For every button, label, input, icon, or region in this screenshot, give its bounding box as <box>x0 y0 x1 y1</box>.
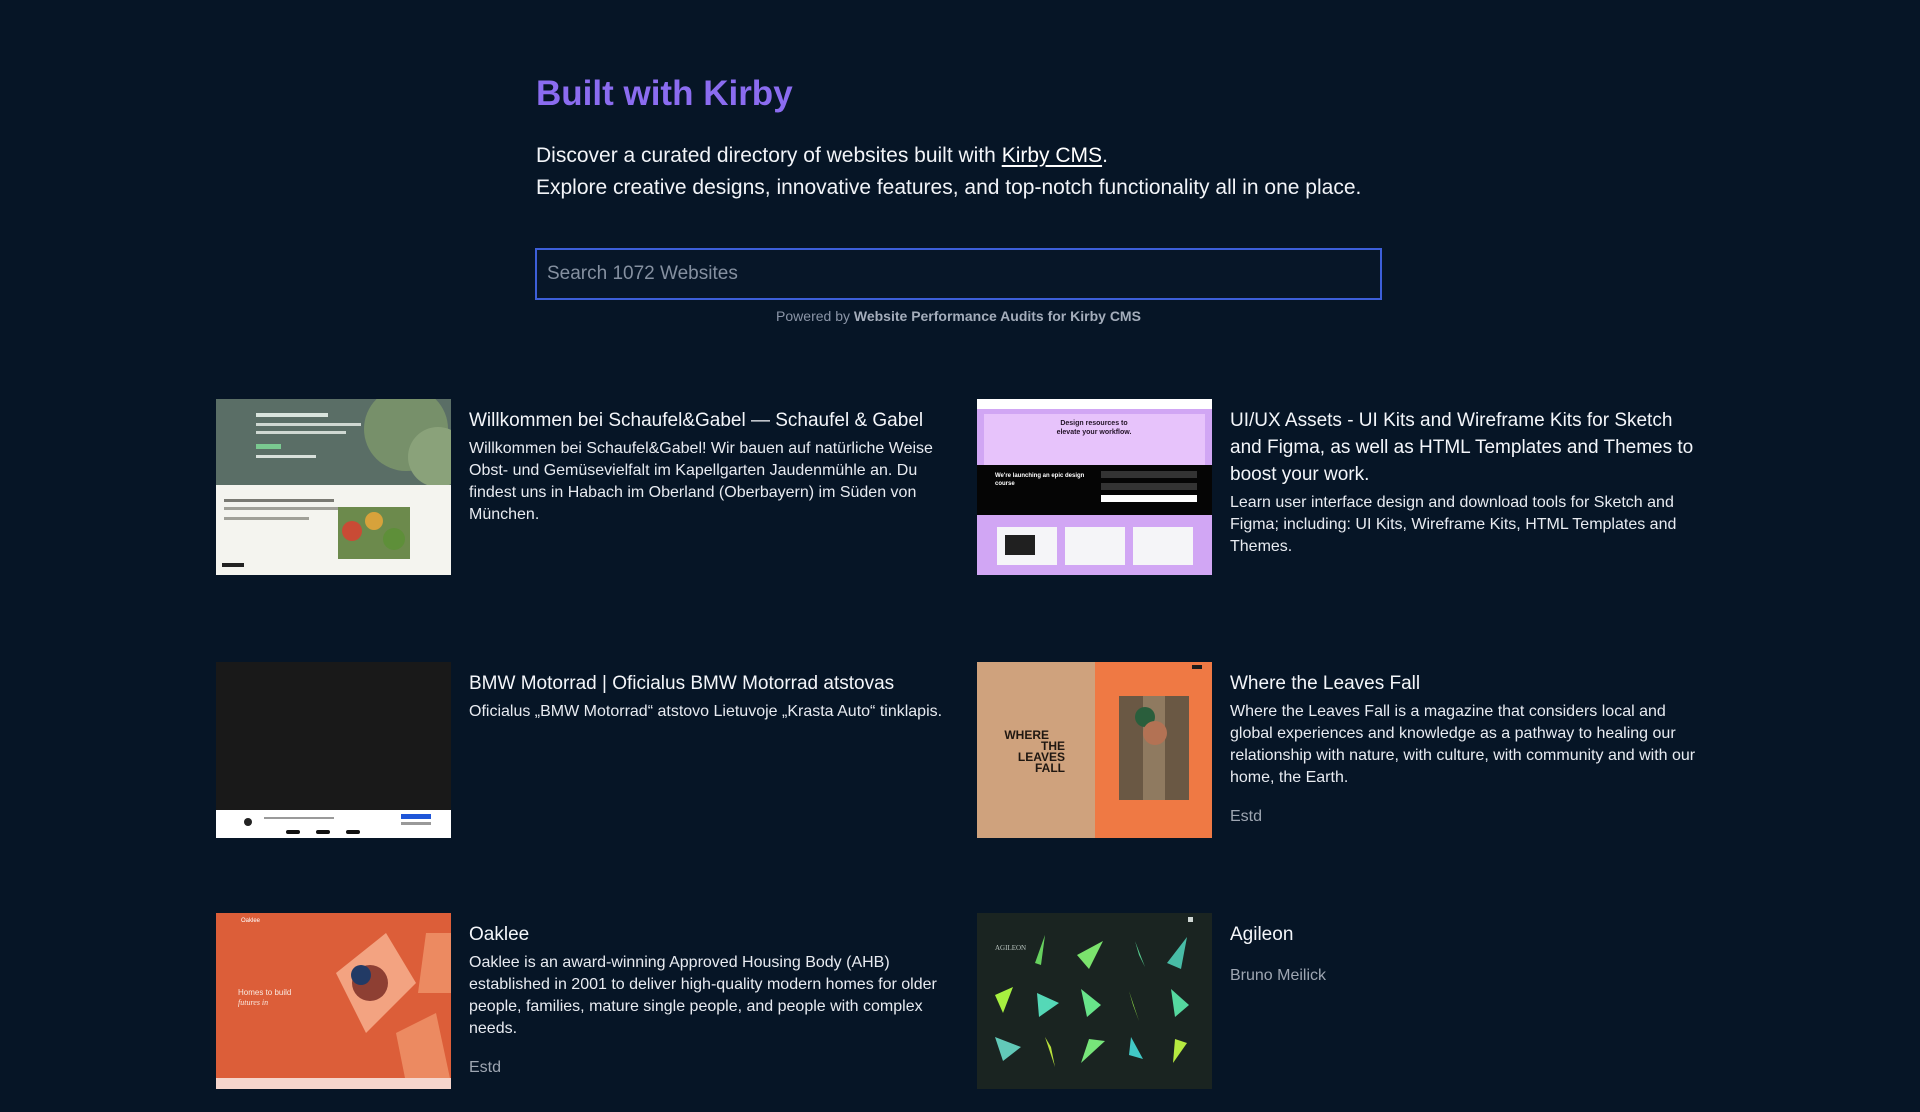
intro-text: Discover a curated directory of websites… <box>536 140 1396 204</box>
site-meta: Estd <box>1230 808 1263 825</box>
site-card[interactable]: BMW Motorrad | Oficialus BMW Motorrad at… <box>216 662 946 842</box>
oaklee-thumb-tagline-2: futures in <box>238 998 268 1007</box>
site-description: Willkommen bei Schaufel&Gabel! Wir bauen… <box>469 440 933 523</box>
intro-line-1: Discover a curated directory of websites… <box>536 140 1396 172</box>
site-thumbnail-bmw-motorrad[interactable] <box>216 662 451 838</box>
site-card-body: UI/UX Assets - UI Kits and Wireframe Kit… <box>1230 399 1707 579</box>
leaves-fall-screenshot: WHERE THE LEAVES FALL <box>977 662 1212 838</box>
site-card[interactable]: WHERE THE LEAVES FALL Where the Leaves F… <box>977 662 1707 842</box>
site-description: Learn user interface design and download… <box>1230 494 1677 555</box>
site-thumbnail-uiux-assets[interactable]: Design resources to elevate your workflo… <box>977 399 1212 575</box>
page-title: Built with Kirby <box>536 74 793 113</box>
site-card-body: Agileon Bruno Meilick <box>1230 913 1326 1093</box>
intro-suffix: . <box>1102 144 1108 167</box>
oaklee-thumb-tagline-1: Homes to build <box>238 988 291 997</box>
intro-line-2: Explore creative designs, innovative fea… <box>536 176 1362 199</box>
site-title[interactable]: BMW Motorrad | Oficialus BMW Motorrad at… <box>469 670 942 697</box>
leaves-thumb-word-4: FALL <box>1035 761 1065 775</box>
site-title[interactable]: Agileon <box>1230 921 1326 948</box>
site-card-body: Oaklee Oaklee is an award-winning Approv… <box>469 913 946 1093</box>
site-title[interactable]: Oaklee <box>469 921 946 948</box>
site-card[interactable]: AGILEON Agileon Bruno Meilick <box>977 913 1707 1093</box>
site-card-body: BMW Motorrad | Oficialus BMW Motorrad at… <box>469 662 942 842</box>
site-title[interactable]: Willkommen bei Schaufel&Gabel — Schaufel… <box>469 407 946 434</box>
agileon-thumb-logo: AGILEON <box>995 944 1026 952</box>
site-title[interactable]: Where the Leaves Fall <box>1230 670 1707 697</box>
uiux-thumb-course-1: We're launching an epic design <box>995 473 1085 479</box>
site-meta: Bruno Meilick <box>1230 967 1327 984</box>
search-section: Powered by Website Performance Audits fo… <box>535 248 1382 324</box>
site-description: Where the Leaves Fall is a magazine that… <box>1230 703 1696 786</box>
powered-by-link[interactable]: Website Performance Audits for Kirby CMS <box>854 308 1141 324</box>
intro-prefix: Discover a curated directory of websites… <box>536 144 1002 167</box>
page: Built with Kirby Discover a curated dire… <box>0 0 1920 1112</box>
site-card[interactable]: Oaklee Homes to build futures in Oaklee … <box>216 913 946 1093</box>
site-thumbnail-schaufel-gabel[interactable] <box>216 399 451 575</box>
agileon-screenshot: AGILEON <box>977 913 1212 1089</box>
kirby-cms-link[interactable]: Kirby CMS <box>1002 144 1102 167</box>
site-thumbnail-agileon[interactable]: AGILEON <box>977 913 1212 1089</box>
site-description: Oficialus „BMW Motorrad“ atstovo Lietuvo… <box>469 703 943 720</box>
powered-by-prefix: Powered by <box>776 308 850 324</box>
site-thumbnail-oaklee[interactable]: Oaklee Homes to build futures in <box>216 913 451 1089</box>
uiux-thumb-headline-1: Design resources to <box>1060 420 1127 427</box>
bmw-motorrad-screenshot <box>216 662 451 838</box>
oaklee-screenshot: Oaklee Homes to build futures in <box>216 913 451 1089</box>
hero: Built with Kirby Discover a curated dire… <box>536 70 1396 204</box>
site-meta: Estd <box>469 1059 502 1076</box>
site-card-body: Willkommen bei Schaufel&Gabel — Schaufel… <box>469 399 946 579</box>
site-title[interactable]: UI/UX Assets - UI Kits and Wireframe Kit… <box>1230 407 1707 488</box>
uiux-thumb-course-2: course <box>995 481 1015 487</box>
site-description: Oaklee is an award-winning Approved Hous… <box>469 954 937 1037</box>
powered-by: Powered by Website Performance Audits fo… <box>535 308 1382 324</box>
site-card[interactable]: Willkommen bei Schaufel&Gabel — Schaufel… <box>216 399 946 579</box>
search-input[interactable] <box>535 248 1382 300</box>
site-card[interactable]: Design resources to elevate your workflo… <box>977 399 1707 579</box>
schaufel-gabel-screenshot <box>216 399 451 575</box>
site-thumbnail-where-the-leaves-fall[interactable]: WHERE THE LEAVES FALL <box>977 662 1212 838</box>
oaklee-thumb-logo: Oaklee <box>241 918 261 924</box>
uiux-thumb-headline-2: elevate your workflow. <box>1057 429 1132 436</box>
site-card-body: Where the Leaves Fall Where the Leaves F… <box>1230 662 1707 842</box>
uiux-assets-screenshot: Design resources to elevate your workflo… <box>977 399 1212 575</box>
